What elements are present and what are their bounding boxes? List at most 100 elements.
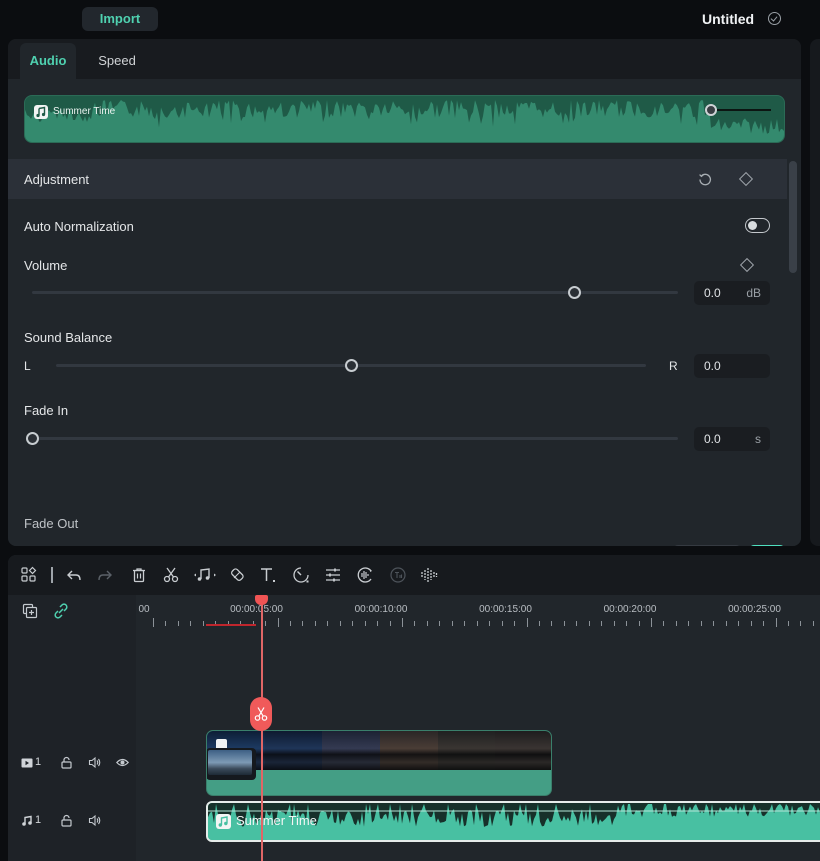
ruler-tick bbox=[538, 621, 540, 626]
toggle-knob bbox=[748, 220, 757, 230]
voice-icon[interactable] bbox=[356, 566, 374, 584]
adjust-icon[interactable] bbox=[324, 566, 342, 584]
volume-value: 0.0 bbox=[704, 286, 721, 300]
video-track-icon bbox=[21, 757, 33, 769]
preview-image bbox=[208, 750, 252, 775]
undo-icon[interactable] bbox=[65, 566, 83, 584]
ruler-tick bbox=[613, 621, 615, 626]
ruler-label: 00:00:25:00 bbox=[728, 604, 781, 615]
audio-beat-icon[interactable] bbox=[193, 566, 217, 584]
ruler-tick bbox=[812, 621, 814, 626]
video-clip[interactable] bbox=[206, 730, 552, 796]
ruler-tick bbox=[439, 621, 441, 626]
panel-scrollbar[interactable] bbox=[789, 161, 797, 273]
ruler-label: 00:00:20:00 bbox=[603, 604, 657, 615]
music-note-icon bbox=[216, 814, 231, 829]
sound-balance-value: 0.0 bbox=[704, 359, 721, 373]
volume-envelope-handle[interactable] bbox=[705, 104, 717, 116]
audio-track-icon bbox=[21, 815, 33, 827]
tag-icon[interactable] bbox=[228, 566, 246, 584]
ruler-tick bbox=[489, 621, 491, 626]
ruler-tick bbox=[190, 621, 192, 626]
sound-balance-input[interactable]: 0.0 bbox=[694, 354, 770, 378]
lock-icon[interactable] bbox=[60, 814, 73, 827]
redo-icon[interactable] bbox=[96, 566, 114, 584]
keyframe-icon[interactable] bbox=[738, 171, 754, 187]
thumbnail bbox=[380, 731, 438, 770]
sound-balance-label: Sound Balance bbox=[24, 330, 113, 345]
ruler-tick bbox=[352, 621, 354, 626]
fade-out-label: Fade Out bbox=[24, 516, 79, 531]
split-button[interactable] bbox=[250, 697, 272, 731]
ruler-tick bbox=[738, 621, 740, 626]
ruler-tick bbox=[638, 621, 640, 626]
sound-balance-slider-handle[interactable] bbox=[344, 359, 358, 372]
add-track-icon[interactable] bbox=[22, 603, 38, 619]
tab-speed[interactable]: Speed bbox=[86, 43, 148, 79]
ruler-tick bbox=[651, 618, 652, 627]
ruler-tick bbox=[688, 621, 690, 626]
ruler-tick bbox=[165, 621, 167, 626]
timeline-toolbar bbox=[8, 555, 820, 595]
reset-button[interactable]: Reset bbox=[673, 545, 741, 546]
ruler-label: 00:00:15:00 bbox=[479, 604, 532, 615]
tts-icon[interactable] bbox=[389, 566, 407, 584]
ruler-tick bbox=[775, 618, 777, 627]
speaker-icon[interactable] bbox=[88, 756, 101, 769]
eye-icon[interactable] bbox=[116, 756, 129, 769]
thumbnail bbox=[437, 731, 496, 770]
ruler-tick bbox=[601, 621, 603, 626]
reset-icon[interactable] bbox=[698, 172, 712, 186]
thumbnail bbox=[495, 731, 551, 770]
ruler-label: 00 bbox=[138, 604, 150, 615]
ruler-tick bbox=[663, 621, 665, 626]
fade-in-slider[interactable] bbox=[32, 437, 678, 440]
section-title: Adjustment bbox=[24, 172, 90, 187]
volume-envelope-line bbox=[713, 109, 771, 111]
speed-icon[interactable] bbox=[292, 566, 310, 584]
speaker-icon[interactable] bbox=[88, 814, 101, 827]
layout-icon[interactable] bbox=[20, 566, 38, 584]
fade-in-label: Fade In bbox=[24, 403, 69, 418]
ruler-tick bbox=[563, 621, 565, 626]
side-panel-edge bbox=[810, 39, 820, 546]
volume-input[interactable]: 0.0 dB bbox=[694, 281, 770, 305]
delete-icon[interactable] bbox=[130, 566, 148, 584]
ruler-tick bbox=[763, 621, 765, 626]
ruler-tick bbox=[327, 621, 329, 626]
keyframe-icon[interactable] bbox=[739, 257, 755, 273]
ok-button[interactable]: OK bbox=[749, 545, 785, 546]
ruler-tick bbox=[526, 618, 528, 627]
ruler-tick bbox=[476, 621, 478, 626]
adjustment-section-header[interactable]: Adjustment bbox=[8, 159, 787, 199]
volume-slider[interactable] bbox=[32, 291, 678, 294]
tab-audio[interactable]: Audio bbox=[20, 43, 76, 79]
ruler-tick bbox=[265, 621, 267, 626]
text-icon[interactable] bbox=[259, 566, 277, 584]
cut-icon[interactable] bbox=[162, 566, 180, 584]
balance-left-label: L bbox=[24, 359, 31, 373]
lock-icon[interactable] bbox=[60, 756, 73, 769]
audio-clip[interactable]: Summer Time bbox=[206, 801, 820, 842]
import-button[interactable]: Import bbox=[82, 7, 158, 31]
audio-wave-icon[interactable] bbox=[420, 566, 438, 584]
video-clip-preview bbox=[207, 748, 256, 780]
project-title[interactable]: Untitled bbox=[702, 11, 754, 27]
ruler-tick bbox=[501, 621, 503, 626]
fade-in-input[interactable]: 0.0 s bbox=[694, 427, 770, 451]
audio-properties-panel: Audio Speed Summer Time Adjustment Auto … bbox=[8, 39, 801, 546]
ruler-tick bbox=[202, 621, 204, 626]
clip-waveform-preview[interactable]: Summer Time bbox=[24, 95, 785, 143]
link-icon[interactable] bbox=[53, 603, 69, 619]
ruler-tick bbox=[464, 621, 466, 626]
fade-in-slider-handle[interactable] bbox=[25, 432, 39, 445]
selection-range-marker bbox=[206, 624, 256, 626]
ruler-tick bbox=[426, 621, 428, 626]
volume-slider-handle[interactable] bbox=[568, 286, 582, 299]
ruler-tick bbox=[364, 621, 366, 626]
check-circle-icon bbox=[768, 12, 781, 25]
audio-clip-name: Summer Time bbox=[236, 813, 317, 828]
video-track-number: 1 bbox=[35, 756, 42, 768]
auto-normalization-toggle[interactable] bbox=[745, 218, 770, 233]
ruler-tick bbox=[725, 621, 727, 626]
